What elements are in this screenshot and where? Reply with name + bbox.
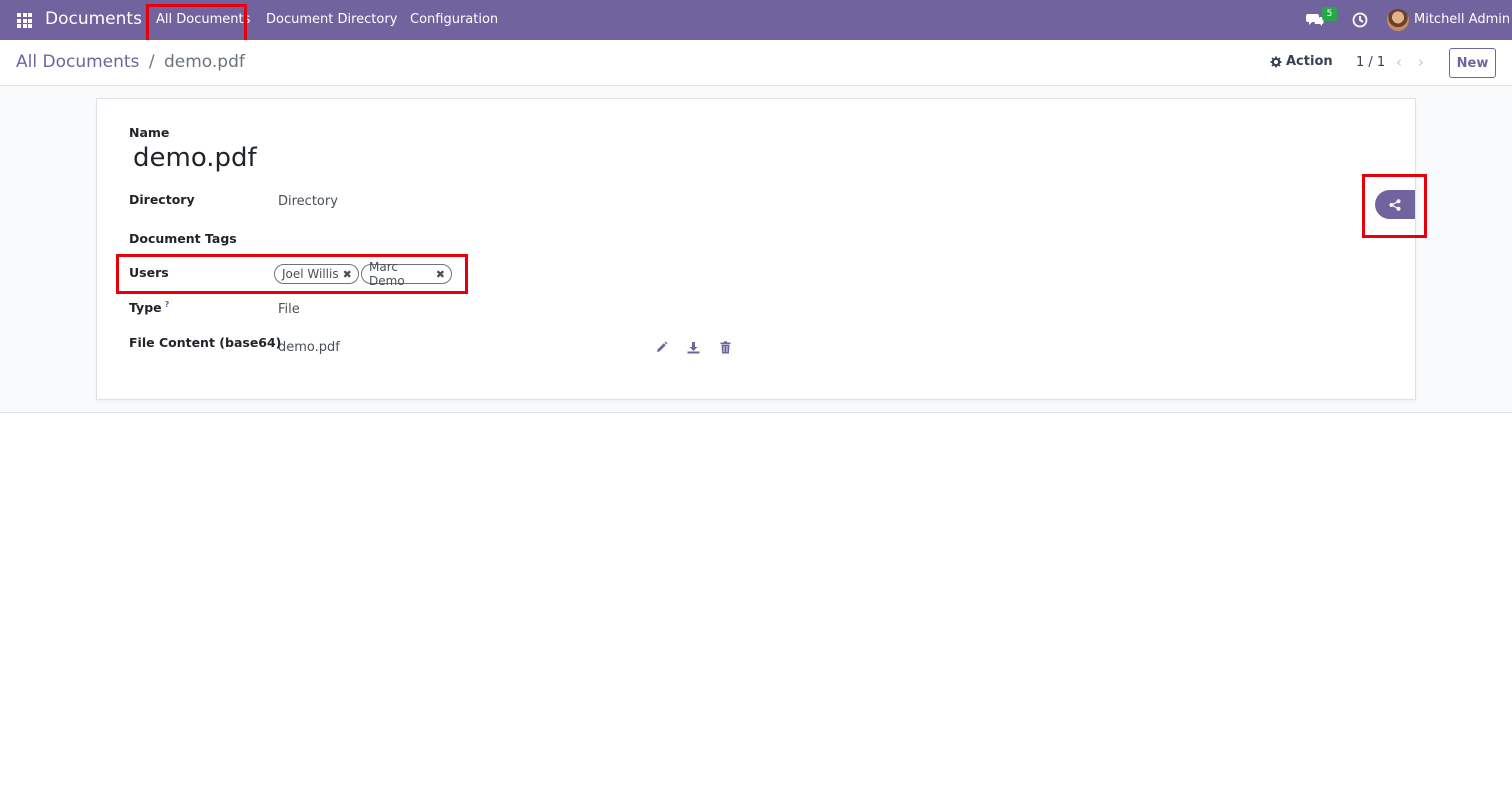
breadcrumb-parent[interactable]: All Documents [16,52,139,72]
highlight-box-menu [146,4,247,43]
chevron-right-icon[interactable]: › [1414,53,1428,71]
gear-icon [1270,56,1282,67]
file-content-label: File Content (base64) [129,335,282,350]
edit-icon[interactable] [655,341,668,354]
file-content-field[interactable]: demo.pdf [278,340,340,355]
breadcrumb-current: demo.pdf [163,52,245,72]
type-field[interactable]: File [278,302,300,317]
directory-field[interactable]: Directory [278,194,338,209]
download-icon[interactable] [687,341,700,354]
pager-value[interactable]: 1 / 1 [1356,55,1385,70]
menu-document-directory[interactable]: Document Directory [266,12,397,27]
name-label: Name [129,125,170,140]
avatar[interactable] [1387,9,1409,31]
breadcrumb-separator: / [148,52,155,72]
action-label: Action [1286,54,1333,69]
control-panel: All Documents / demo.pdf Action 1 / 1 ‹ … [0,40,1512,86]
trash-icon[interactable] [719,341,732,354]
user-name[interactable]: Mitchell Admin [1414,12,1510,27]
help-icon[interactable]: ? [165,300,170,309]
type-label: Type? [129,300,169,315]
apps-icon[interactable] [17,13,32,28]
breadcrumb: All Documents / demo.pdf [16,52,245,72]
app-name[interactable]: Documents [45,9,142,29]
document-tags-label: Document Tags [129,231,237,246]
directory-label: Directory [129,192,195,207]
clock-icon[interactable] [1352,12,1368,28]
type-label-text: Type [129,300,162,316]
name-field[interactable]: demo.pdf [133,143,257,173]
highlight-box-share [1362,174,1427,238]
highlight-box-users [116,254,468,294]
chevron-left-icon[interactable]: ‹ [1392,53,1406,71]
chat-count-badge: 5 [1322,7,1337,21]
top-navbar: Documents All Documents Document Directo… [0,0,1512,43]
menu-configuration[interactable]: Configuration [410,12,498,27]
action-button[interactable]: Action [1270,54,1333,69]
new-button[interactable]: New [1449,48,1496,78]
